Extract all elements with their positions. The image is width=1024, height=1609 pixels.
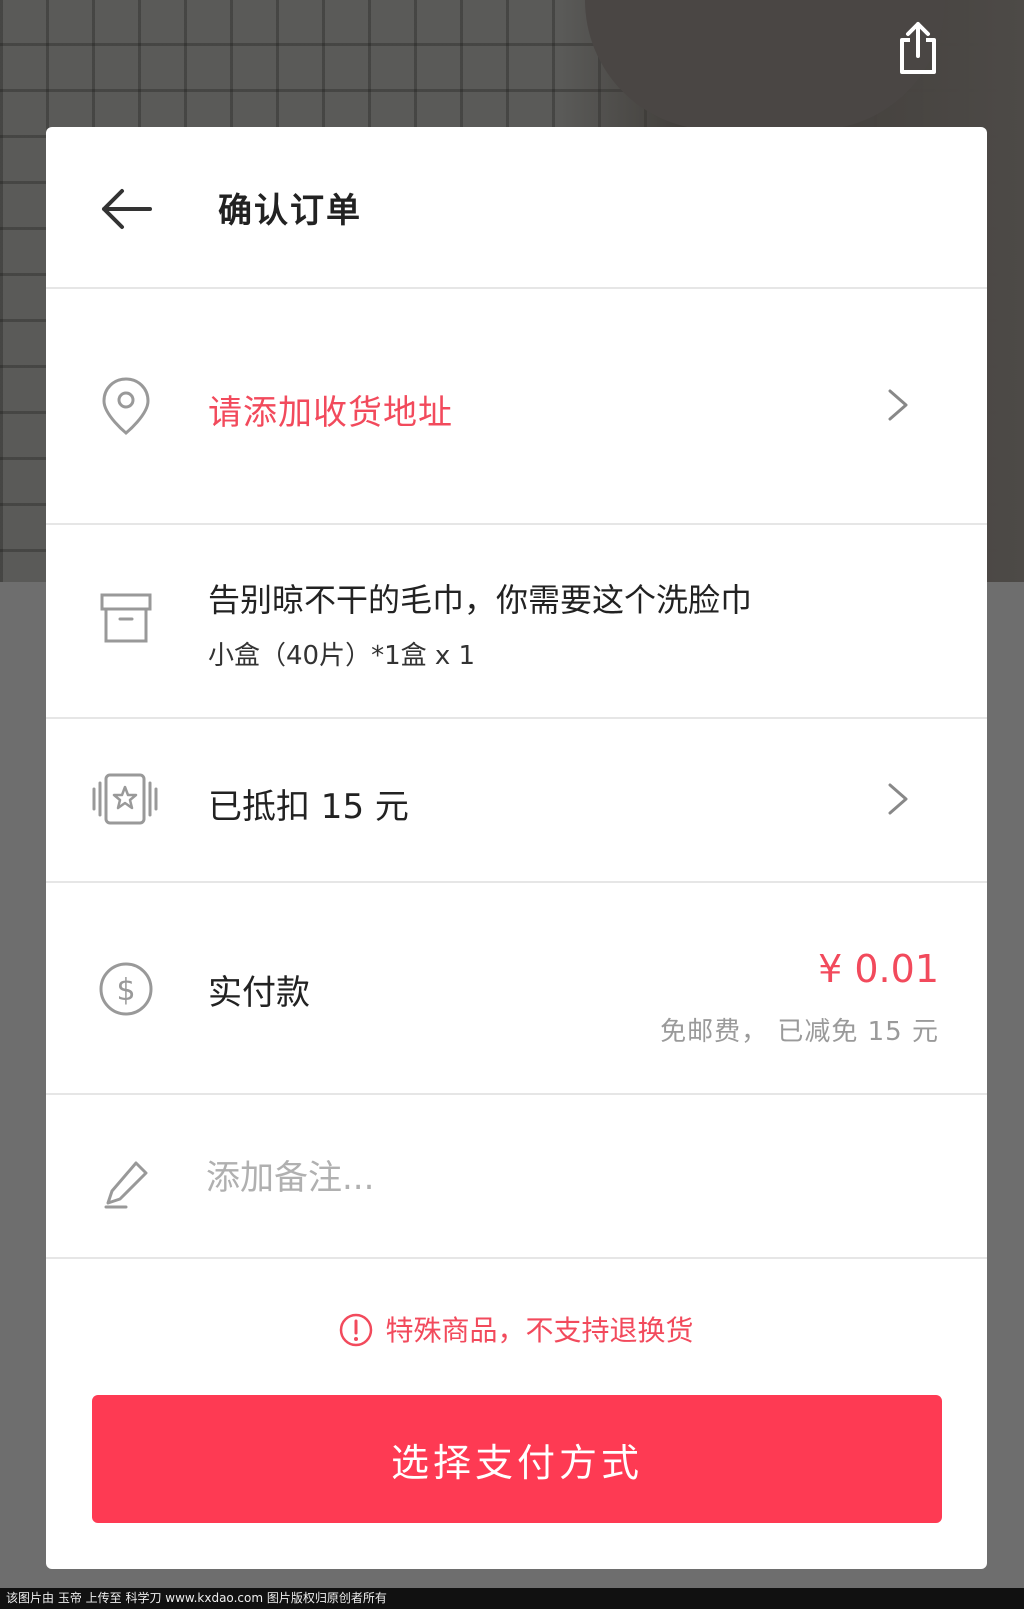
coupon-row[interactable]: 已抵扣 15 元 [46, 719, 987, 883]
add-address-prompt: 请添加收货地址 [208, 393, 453, 433]
return-policy-warning: 特殊商品，不支持退换货 [46, 1309, 987, 1349]
dollar-icon: $ [99, 962, 153, 1016]
pencil-icon [104, 1161, 148, 1209]
coupon-icon [92, 773, 158, 825]
warning-text: 特殊商品，不支持退换货 [385, 1314, 694, 1347]
payment-label: 实付款 [208, 973, 310, 1013]
chevron-right-icon [888, 389, 908, 421]
chevron-right-icon [888, 783, 908, 815]
product-sku: 小盒（40片）*1盒 x 1 [208, 641, 476, 671]
warning-icon [340, 1313, 373, 1347]
location-pin-icon [102, 377, 150, 435]
payment-row: $ 实付款 ¥ 0.01 免邮费， 已减免 15 元 [46, 883, 987, 1095]
address-row[interactable]: 请添加收货地址 [46, 289, 987, 525]
watermark-credit: 该图片由 玉帝 上传至 科学刀 www.kxdao.com 图片版权归原创者所有 [0, 1588, 1024, 1609]
page-title: 确认订单 [218, 191, 362, 231]
remark-input[interactable] [206, 1151, 906, 1205]
coupon-discount-text: 已抵扣 15 元 [208, 787, 409, 827]
share-icon[interactable] [888, 18, 948, 78]
order-confirm-sheet: 确认订单 请添加收货地址 告别晾不干的毛巾，你需要这个洗脸巾 小盒（40片）*1… [46, 127, 987, 1569]
sheet-header: 确认订单 [46, 127, 987, 289]
choose-payment-button[interactable]: 选择支付方式 [92, 1395, 942, 1523]
product-row: 告别晾不干的毛巾，你需要这个洗脸巾 小盒（40片）*1盒 x 1 [46, 525, 987, 719]
svg-text:$: $ [116, 973, 135, 1008]
product-name: 告别晾不干的毛巾，你需要这个洗脸巾 [208, 581, 753, 619]
payment-amount: ¥ 0.01 [818, 947, 939, 991]
shipping-discount-note: 免邮费， 已减免 15 元 [660, 1017, 939, 1047]
back-arrow-icon[interactable] [98, 187, 154, 231]
remark-row [46, 1095, 987, 1259]
box-icon [100, 593, 152, 643]
